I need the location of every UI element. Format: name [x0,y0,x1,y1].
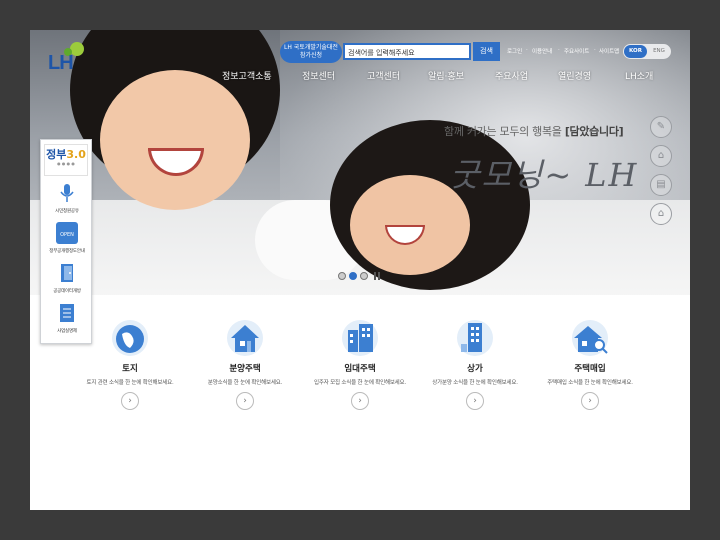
main-sites-link[interactable]: 주요사이트 [564,47,589,55]
gnb-item-business[interactable]: 주요사업 [495,69,528,82]
open-sign-icon: OPEN [56,222,78,244]
language-toggle[interactable]: KOR ENG [623,44,671,59]
gnb-item-communication[interactable]: 정보고객소통 [222,69,272,82]
gnb-item-management[interactable]: 열린경영 [558,69,591,82]
guide-link[interactable]: 이용안내 [532,47,552,55]
gnb-item-info-center[interactable]: 정보센터 [302,69,335,82]
search-button[interactable]: 검색 [473,42,500,61]
apartment-icon [336,320,384,356]
login-link[interactable]: 로그인 [507,47,522,55]
category-rental-housing-more-button[interactable]: › [351,392,369,410]
house-icon [221,320,269,356]
lang-kor-button[interactable]: KOR [624,45,647,58]
category-sale-housing-more-button[interactable]: › [236,392,254,410]
category-commercial[interactable]: 상가 상가분양 소식을 한 눈에 확인해보세요. › [415,320,535,410]
quick-item-open-info[interactable]: OPEN 정부공개행정도안내 [41,222,93,254]
category-sale-housing[interactable]: 분양주택 분양소식을 한 눈에 확인해보세요. › [185,320,305,410]
category-land[interactable]: 토지 토지 관련 소식을 한 눈에 확인해보세요. › [70,320,190,410]
microphone-icon [56,182,78,204]
lang-eng-button[interactable]: ENG [648,45,670,58]
browser-page: LH LH 국토개발기술대전 참가신청 검색어를 입력해주세요 검색 로그인 ·… [30,30,690,510]
house-search-icon [566,320,614,356]
gov30-banner[interactable]: 정부3.0 ● ● ● ● [44,144,88,176]
pause-icon[interactable] [374,272,380,280]
quick-item-public-data[interactable]: 공공데이터개방 [41,262,93,294]
sitemap-link[interactable]: 사이트맵 [599,47,619,55]
document-icon[interactable]: ▤ [650,174,672,196]
quick-item-petition[interactable]: 시민청원공유 [41,182,93,214]
pencil-icon[interactable]: ✎ [650,116,672,138]
pager-dot-3[interactable] [360,272,368,280]
door-icon [56,262,78,284]
svg-text:OPEN: OPEN [60,232,74,238]
gnb-item-about[interactable]: LH소개 [625,69,653,82]
main-visual: LH LH 국토개발기술대전 참가신청 검색어를 입력해주세요 검색 로그인 ·… [30,30,690,295]
event-badge[interactable]: LH 국토개발기술대전 참가신청 [280,41,342,63]
building-icon [451,320,499,356]
home-icon[interactable]: ⌂ [650,203,672,225]
pager-dot-1[interactable] [338,272,346,280]
hero-script-title: 굿모닝~ LH [450,156,639,194]
category-house-purchase-more-button[interactable]: › [581,392,599,410]
gnb-item-news[interactable]: 알림·홍보 [428,69,464,82]
search-input[interactable]: 검색어를 입력해주세요 [343,43,471,60]
hero-tagline: 함께 커가는 모두의 행복을 [담았습니다] [444,125,624,138]
gnb-item-customer-center[interactable]: 고객센터 [367,69,400,82]
category-house-purchase[interactable]: 주택매입 주택매입 소식을 한 눈에 확인해보세요. › [530,320,650,410]
globe-icon [106,320,154,356]
quick-menu: 정부3.0 ● ● ● ● 시민청원공유 OPEN 정부공개행정도안내 공공데이… [40,139,92,344]
category-rental-housing[interactable]: 임대주택 입주자 모집 소식을 한 눈에 확인해보세요. › [300,320,420,410]
pager-dot-2[interactable] [349,272,357,280]
lh-logo[interactable]: LH [44,40,94,74]
category-commercial-more-button[interactable]: › [466,392,484,410]
visual-pager [338,271,380,281]
category-land-more-button[interactable]: › [121,392,139,410]
tag-icon[interactable]: ⌂ [650,145,672,167]
